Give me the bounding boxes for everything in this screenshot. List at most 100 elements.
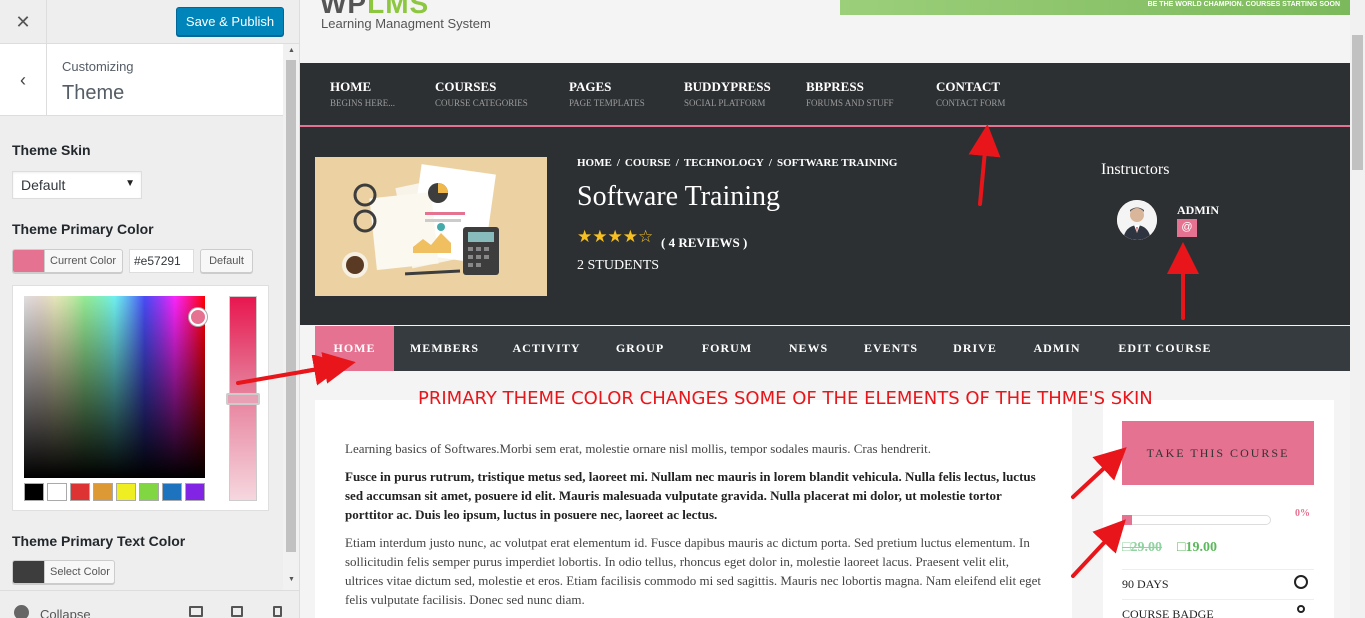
- price-old-value: 29.00: [1130, 540, 1162, 555]
- paragraph-3: Etiam interdum justo nunc, ac volutpat e…: [345, 535, 1042, 607]
- breadcrumb-separator: /: [616, 157, 620, 169]
- palette-swatch[interactable]: [70, 483, 90, 501]
- preview-scroll-thumb[interactable]: [1352, 35, 1363, 170]
- top-banner[interactable]: BE THE WORLD CHAMPION. COURSES STARTING …: [840, 0, 1350, 15]
- color-picker: [12, 285, 269, 511]
- avatar-image: [1117, 200, 1157, 240]
- palette-swatch[interactable]: [93, 483, 113, 501]
- course-header: HOME / COURSE / TECHNOLOGY / SOFTWARE TRAINING…: [300, 127, 1350, 325]
- nav-item-home[interactable]: HOME BEGINS HERE...: [330, 79, 395, 108]
- course-image: [315, 157, 547, 296]
- nav-item-courses[interactable]: COURSES COURSE CATEGORIES: [435, 79, 528, 108]
- scroll-down-icon[interactable]: ▼: [288, 576, 295, 583]
- tab-events[interactable]: EVENTS: [845, 326, 937, 371]
- course-tabs: HOME MEMBERS ACTIVITY GROUP FORUM NEWS EVENTS D…: [315, 326, 1350, 371]
- customizer-sidebar: ✕ Save & Publish ‹ Customizing Theme The…: [0, 0, 300, 618]
- collapse-icon[interactable]: [14, 605, 29, 618]
- tablet-preview-icon[interactable]: [231, 606, 243, 617]
- customizer-panel: ‹ Customizing Theme Theme Skin Default ▼…: [0, 44, 283, 590]
- scroll-up-icon[interactable]: ▲: [288, 47, 295, 54]
- nav-item-contact[interactable]: CONTACT CONTACT FORM: [936, 79, 1005, 108]
- saturation-field[interactable]: [24, 296, 205, 478]
- current-color-button[interactable]: Current Color: [12, 249, 123, 273]
- customizing-label: Customizing: [62, 59, 134, 74]
- back-arrow-icon[interactable]: ‹: [0, 44, 47, 116]
- reviews-count[interactable]: ( 4 REVIEWS ): [661, 235, 747, 251]
- badge-icon: [1297, 605, 1305, 613]
- nav-item-subtitle: FORUMS AND STUFF: [806, 98, 894, 108]
- palette-swatch[interactable]: [116, 483, 136, 501]
- theme-skin-label: Theme Skin: [12, 142, 91, 158]
- nav-item-pages[interactable]: PAGES PAGE TEMPLATES: [569, 79, 645, 108]
- palette-swatch[interactable]: [185, 483, 205, 501]
- hue-slider-handle[interactable]: [226, 393, 260, 405]
- desktop-preview-icon[interactable]: [189, 606, 203, 617]
- take-course-button[interactable]: TAKE THIS COURSE: [1122, 421, 1314, 485]
- save-publish-button[interactable]: Save & Publish: [176, 7, 284, 36]
- tab-edit-course[interactable]: EDIT COURSE: [1101, 326, 1229, 371]
- current-color-swatch: [13, 250, 45, 272]
- breadcrumb-separator: /: [768, 157, 772, 169]
- tab-group[interactable]: GROUP: [598, 326, 682, 371]
- price-new: □19.00: [1177, 540, 1217, 556]
- collapse-label[interactable]: Collapse: [40, 607, 91, 618]
- email-icon[interactable]: @: [1177, 219, 1197, 237]
- tab-admin[interactable]: ADMIN: [1013, 326, 1101, 371]
- breadcrumb-item[interactable]: HOME: [577, 157, 612, 169]
- star-rating-icon: ★★★★☆: [577, 227, 654, 246]
- nav-item-title: CONTACT: [936, 79, 1001, 94]
- default-color-button[interactable]: Default: [200, 249, 253, 273]
- color-picker-handle[interactable]: [189, 308, 207, 326]
- paragraph-2: Fusce in purus rutrum, tristique metus s…: [345, 469, 1036, 522]
- tab-forum[interactable]: FORUM: [682, 326, 772, 371]
- course-title: Software Training: [577, 181, 780, 212]
- customizer-header: ✕ Save & Publish: [0, 0, 299, 44]
- mobile-preview-icon[interactable]: [273, 606, 282, 617]
- nav-item-subtitle: COURSE CATEGORIES: [435, 98, 528, 108]
- section-title: Theme: [62, 82, 125, 104]
- tab-news[interactable]: NEWS: [772, 326, 845, 371]
- primary-text-color-label: Theme Primary Text Color: [12, 533, 186, 549]
- tab-members[interactable]: MEMBERS: [394, 326, 495, 371]
- color-palette: [24, 483, 205, 501]
- tab-drive[interactable]: DRIVE: [937, 326, 1013, 371]
- sidebar-scrollbar[interactable]: ▲ ▼: [283, 44, 299, 590]
- price-new-value: 19.00: [1185, 540, 1217, 555]
- section-header: ‹ Customizing Theme: [0, 44, 283, 116]
- breadcrumb-separator: /: [675, 157, 679, 169]
- tab-activity[interactable]: ACTIVITY: [495, 326, 598, 371]
- tab-home[interactable]: HOME: [315, 326, 394, 371]
- breadcrumb-item[interactable]: COURSE: [625, 157, 671, 169]
- course-illustration: [342, 164, 499, 278]
- nav-item-buddypress[interactable]: BUDDYPRESS SOCIAL PLATFORM: [684, 79, 771, 108]
- select-color-button[interactable]: Select Color: [12, 560, 115, 584]
- text-color-swatch: [13, 561, 45, 583]
- palette-swatch[interactable]: [24, 483, 44, 501]
- palette-swatch[interactable]: [47, 483, 67, 501]
- progress-fill: [1122, 515, 1132, 525]
- paragraph-1: Learning basics of Softwares.Morbi sem e…: [345, 441, 931, 456]
- theme-skin-select[interactable]: Default ▼: [12, 171, 142, 199]
- site-preview: WPLMS Learning Managment System BE THE W…: [300, 0, 1365, 618]
- hex-color-input[interactable]: [129, 249, 194, 273]
- course-sidebar: TAKE THIS COURSE 0% □29.00 □19.00 90 DAY…: [1103, 400, 1334, 618]
- scroll-thumb[interactable]: [286, 60, 296, 552]
- current-color-label: Current Color: [50, 255, 117, 267]
- nav-item-subtitle: BEGINS HERE...: [330, 98, 395, 108]
- breadcrumb-item[interactable]: TECHNOLOGY: [684, 157, 764, 169]
- preview-scrollbar[interactable]: [1350, 0, 1365, 618]
- primary-color-label: Theme Primary Color: [12, 221, 154, 237]
- instructor-avatar[interactable]: [1117, 200, 1157, 240]
- palette-swatch[interactable]: [139, 483, 159, 501]
- nav-item-title: PAGES: [569, 79, 612, 94]
- palette-swatch[interactable]: [162, 483, 182, 501]
- progress-bar: [1122, 515, 1271, 525]
- duration-label: 90 DAYS: [1122, 577, 1169, 591]
- instructor-name[interactable]: ADMIN: [1177, 203, 1219, 218]
- theme-skin-value: Default: [21, 177, 66, 193]
- customizer-footer: Collapse: [0, 590, 299, 618]
- price-old: □29.00: [1122, 540, 1162, 556]
- nav-item-bbpress[interactable]: BBPRESS FORUMS AND STUFF: [806, 79, 894, 108]
- students-count: 2 STUDENTS: [577, 258, 660, 273]
- close-icon[interactable]: ✕: [0, 0, 47, 44]
